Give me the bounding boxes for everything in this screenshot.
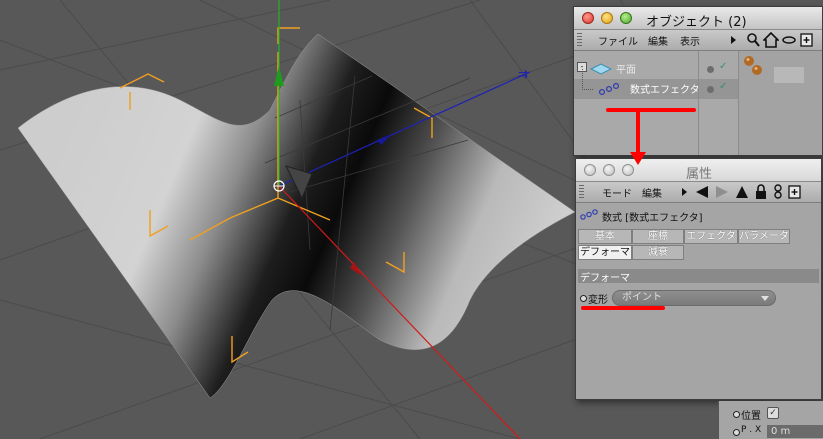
menu-edit[interactable]: 編集 <box>648 33 668 48</box>
tab-coordinates[interactable]: 座標 <box>632 229 684 244</box>
forward-arrow-icon[interactable] <box>714 184 730 200</box>
grip-handle[interactable] <box>579 185 584 199</box>
home-icon[interactable] <box>763 32 779 48</box>
coordinates-panel: 位置 ✓ P . X 0 m <box>718 401 823 439</box>
y-axis-handle-icon[interactable] <box>274 66 284 86</box>
formula-effector-icon <box>580 209 598 220</box>
menu-mode[interactable]: モード <box>602 185 632 200</box>
object-name-plane: 平面 <box>616 65 636 76</box>
annotation-connector <box>636 111 640 157</box>
new-window-icon[interactable] <box>800 32 814 48</box>
object-title: 数式 [数式エフェクタ] <box>602 213 703 224</box>
annotation-arrow-icon <box>630 152 646 165</box>
object-manager-menubar: ファイル 編集 表示 <box>574 30 822 51</box>
field-label-deform: 変形 <box>588 295 608 306</box>
material-tag-icon[interactable] <box>743 55 763 77</box>
menu-overflow-arrow-icon[interactable] <box>682 188 687 196</box>
attributes-titlebar[interactable]: 属性 <box>576 159 821 182</box>
back-arrow-icon[interactable] <box>694 184 710 200</box>
p-x-field[interactable]: 0 m <box>767 425 823 438</box>
tree-connector <box>582 69 593 90</box>
tab-deformer[interactable]: デフォーマ <box>578 245 632 260</box>
tab-basic[interactable]: 基本 <box>578 229 632 244</box>
lock-icon[interactable] <box>754 184 768 200</box>
attributes-menubar: モード 編集 <box>576 182 821 203</box>
deformed-plane[interactable] <box>17 33 576 399</box>
formula-effector-icon <box>598 83 620 96</box>
menu-overflow-arrow-icon[interactable] <box>731 36 736 44</box>
object-manager-title: オブジェクト (2) <box>646 15 747 30</box>
attributes-window: 属性 モード 編集 数式 [数式エフェクタ] 基本 座標 エフェクタ パラメータ… <box>575 158 822 400</box>
minimize-button[interactable] <box>603 164 615 176</box>
minimize-button[interactable] <box>601 12 613 24</box>
menu-edit[interactable]: 編集 <box>642 185 662 200</box>
menu-view[interactable]: 表示 <box>680 33 700 48</box>
z-axis-label: ⇉ <box>518 67 528 81</box>
animate-radio-icon[interactable] <box>733 429 740 436</box>
tab-effector[interactable]: エフェクタ <box>684 229 738 244</box>
grip-handle[interactable] <box>577 33 582 47</box>
animate-radio-icon[interactable] <box>580 295 587 302</box>
object-manager-titlebar[interactable]: オブジェクト (2) <box>574 7 822 30</box>
zoom-button[interactable] <box>620 12 632 24</box>
object-name-formula-effector: 数式エフェクタ <box>630 85 700 96</box>
tab-parameter[interactable]: パラメータ <box>738 229 790 244</box>
animate-radio-icon[interactable] <box>733 411 740 418</box>
new-window-icon[interactable] <box>788 184 802 200</box>
annotation-underline-effector <box>606 108 696 112</box>
attributes-body: 数式 [数式エフェクタ] 基本 座標 エフェクタ パラメータ デフォーマ 減衰 … <box>576 203 821 399</box>
eye-icon[interactable] <box>782 32 796 48</box>
section-header: デフォーマ <box>578 269 819 284</box>
editor-visibility-dot-icon[interactable] <box>707 66 714 73</box>
close-button[interactable] <box>584 164 596 176</box>
up-arrow-icon[interactable] <box>734 184 750 200</box>
plane-icon <box>590 63 612 75</box>
position-label: 位置 <box>741 411 761 422</box>
position-checkbox[interactable]: ✓ <box>767 407 779 419</box>
link-icon[interactable] <box>772 184 784 200</box>
attributes-title: 属性 <box>686 167 713 182</box>
menu-file[interactable]: ファイル <box>598 33 638 48</box>
enabled-check-icon[interactable]: ✓ <box>719 61 727 72</box>
visibility-column: ✓ ✓ <box>698 51 739 155</box>
deform-select[interactable]: ポイント <box>612 290 776 306</box>
enabled-check-icon[interactable]: ✓ <box>719 81 727 92</box>
chevron-down-icon <box>761 296 769 301</box>
search-icon[interactable] <box>746 32 760 48</box>
close-button[interactable] <box>582 12 594 24</box>
editor-visibility-dot-icon[interactable] <box>707 86 714 93</box>
deform-select-value: ポイント <box>622 292 662 303</box>
annotation-underline-deform <box>581 306 665 310</box>
tab-falloff[interactable]: 減衰 <box>632 245 684 260</box>
object-manager-window: オブジェクト (2) ファイル 編集 表示 - 平面 数式エフェクタ ✓ ✓ <box>573 6 823 156</box>
p-x-label: P . X <box>741 425 762 435</box>
object-list-grip[interactable] <box>774 67 804 83</box>
section-title: デフォーマ <box>580 273 630 284</box>
